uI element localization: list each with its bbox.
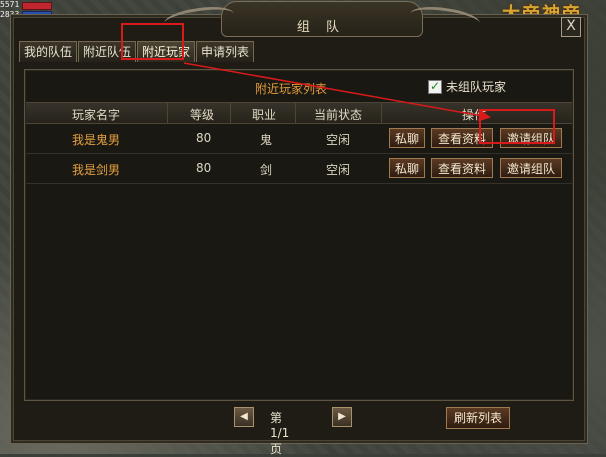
- annotation-arrow: [183, 62, 491, 122]
